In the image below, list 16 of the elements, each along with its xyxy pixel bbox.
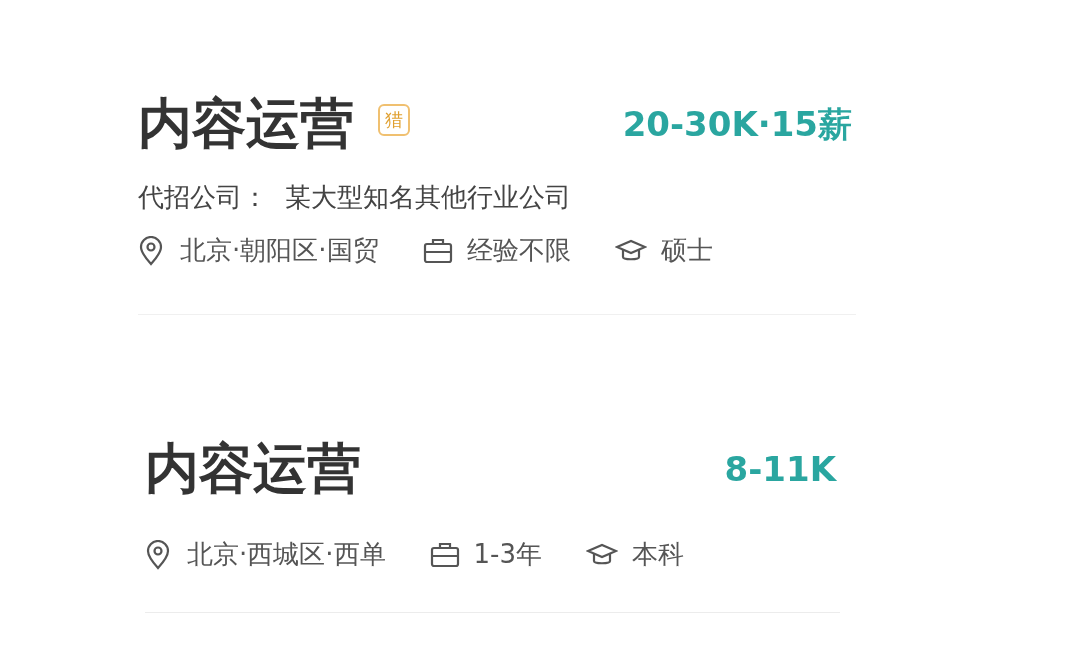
education-text: 硕士: [660, 234, 713, 267]
experience-text: 经验不限: [466, 234, 571, 267]
company-text: 代招公司： 某大型知名其他行业公司: [138, 181, 572, 214]
salary: 8-11K: [724, 447, 838, 491]
briefcase-icon: [422, 237, 453, 264]
job-title: 内容运营: [145, 436, 361, 502]
briefcase-icon: [429, 541, 460, 568]
salary: 20-30K·15薪: [622, 102, 853, 146]
education-text: 本科: [632, 538, 684, 571]
job-title: 内容运营: [138, 91, 354, 157]
location-text: 北京·西城区·西单: [187, 538, 386, 571]
location-pin-icon: [145, 539, 171, 570]
headhunter-badge: 猎: [378, 104, 410, 136]
location-text: 北京·朝阳区·国贸: [180, 234, 379, 267]
location-pin-icon: [138, 235, 164, 266]
experience-text: 1-3年: [473, 538, 542, 571]
